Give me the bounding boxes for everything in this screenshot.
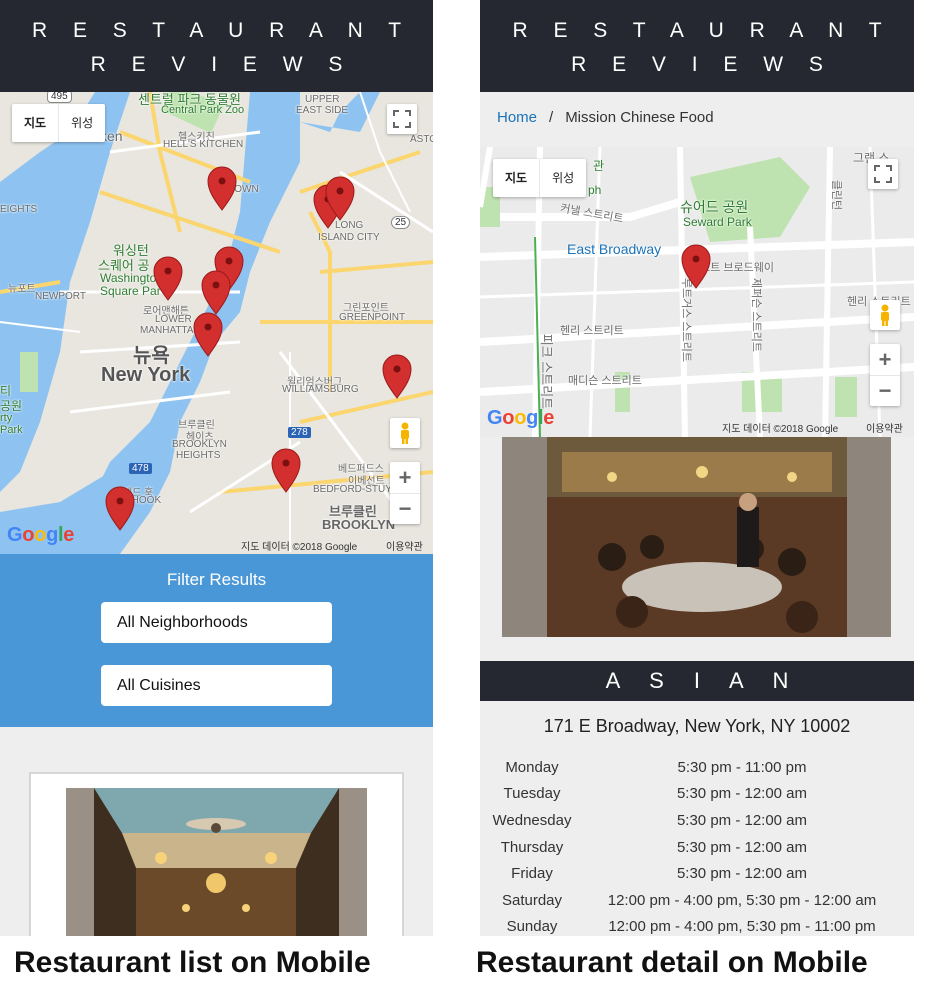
hours-time: 5:30 pm - 11:00 pm [677,758,807,776]
table-row: Wednesday 5:30 pm - 12:00 am [484,807,904,834]
map-type-satellite-button[interactable]: 위성 [539,159,586,197]
site-header: R E S T A U R A N T R E V I E W S [480,0,914,92]
google-logo-letter: G [487,407,503,429]
list-screen: R E S T A U R A N T R E V I E W S 센트럴 파크… [0,0,433,936]
table-row: Thursday 5:30 pm - 12:00 am [484,834,904,861]
restaurant-marker[interactable] [153,256,183,301]
restaurant-photo[interactable] [66,788,367,936]
map-type-map-button[interactable]: 지도 [493,159,539,197]
hours-time: 12:00 pm - 4:00 pm, 5:30 pm - 12:00 am [607,891,877,909]
google-logo-letter: e [543,407,555,429]
opening-hours-table: Monday 5:30 pm - 11:00 pm Tuesday 5:30 pm … [484,754,904,936]
street-view-button[interactable] [870,300,900,330]
zoom-out-button[interactable]: − [390,493,420,524]
map-type-map-button[interactable]: 지도 [12,104,58,142]
hours-day: Thursday [500,838,564,856]
breadcrumb-separator: / [549,109,554,126]
neighborhoods-select[interactable]: All Neighborhoods [101,602,332,643]
zoom-in-button[interactable]: + [390,462,420,493]
breadcrumb-current: Mission Chinese Food [565,109,714,126]
hours-time: 12:00 pm - 4:00 pm, 5:30 pm - 11:00 pm [608,918,876,936]
google-logo-letter: o [34,524,47,546]
google-logo-letter: g [526,407,539,429]
google-logo-letter: g [46,524,59,546]
restaurant-marker[interactable] [105,486,135,531]
google-logo[interactable]: Google [487,407,554,430]
pegman-icon [401,422,409,444]
map-credit: 지도 데이터 ©2018 Google [722,424,839,435]
restaurant-detail-map[interactable]: 관 ph 그랜 스 슈어드 공원 Seward Park East Broadw… [480,147,914,437]
hours-day: Tuesday [503,785,561,803]
hours-day: Monday [505,758,559,776]
map-type-satellite-button[interactable]: 위성 [58,104,105,142]
hours-time: 5:30 pm - 12:00 am [676,865,808,883]
zoom-control: + − [390,462,420,524]
google-logo-letter: G [7,524,23,546]
restaurant-marker[interactable] [681,244,711,289]
hours-day: Friday [511,865,553,883]
restaurant-address: 171 E Broadway, New York, NY 10002 [543,716,851,736]
street-view-button[interactable] [390,418,420,448]
map-credit: 지도 데이터 ©2018 Google [241,542,358,553]
restaurant-marker[interactable] [271,448,301,493]
google-logo-letter: o [502,407,515,429]
hours-day: Saturday [501,891,563,909]
caption-detail: Restaurant detail on Mobile [476,946,868,979]
restaurant-photo [502,437,891,637]
restaurant-marker[interactable] [207,166,237,211]
table-row: Friday 5:30 pm - 12:00 am [484,860,904,887]
map-type-control: 지도 위성 [493,159,587,197]
table-row: Sunday 12:00 pm - 4:00 pm, 5:30 pm - 11:0… [484,914,904,936]
fullscreen-button[interactable] [868,159,898,189]
table-row: Tuesday 5:30 pm - 12:00 am [484,781,904,808]
pegman-icon [881,304,889,326]
header-title-line1[interactable]: R E S T A U R A N T [0,14,433,48]
filter-title: Filter Results [166,570,267,589]
page: R E S T A U R A N T R E V I E W S 센트럴 파크… [0,0,926,992]
marker-layer [105,166,412,531]
breadcrumb-home-link[interactable]: Home [497,109,537,126]
fullscreen-button[interactable] [387,104,417,134]
map-type-control: 지도 위성 [12,104,106,142]
fullscreen-icon [393,110,411,128]
hours-day: Wednesday [492,811,572,829]
restaurant-photo-image [502,437,891,637]
restaurant-marker[interactable] [382,354,412,399]
hours-time: 5:30 pm - 12:00 am [676,838,808,856]
restaurant-photo-image [66,788,367,936]
hours-time: 5:30 pm - 12:00 am [676,811,808,829]
zoom-control: + − [870,344,900,406]
header-title-line1[interactable]: R E S T A U R A N T [480,14,914,48]
zoom-out-button[interactable]: − [870,375,900,406]
restaurant-marker[interactable] [193,312,223,357]
cuisine-banner: A S I A N [480,661,914,701]
restaurant-marker[interactable] [201,270,231,315]
restaurant-card[interactable] [29,772,404,936]
map-terms-link[interactable]: 이용약관 [866,420,903,435]
fullscreen-icon [874,165,892,183]
hours-day: Sunday [506,918,558,936]
google-logo-letter: o [22,524,35,546]
restaurant-map[interactable]: 센트럴 파크 동물원 Central Park Zoo UPPER EAST S… [0,92,433,554]
google-logo-letter: e [63,524,75,546]
header-title-line2[interactable]: R E V I E W S [480,48,914,82]
zoom-in-button[interactable]: + [870,344,900,375]
hours-time: 5:30 pm - 12:00 am [676,785,808,803]
map-terms-link[interactable]: 이용약관 [386,538,423,553]
table-row: Saturday 12:00 pm - 4:00 pm, 5:30 pm - 12… [484,887,904,914]
filter-panel: Filter Results All Neighborhoods All Cui… [0,554,433,727]
google-logo-letter: o [514,407,527,429]
cuisines-select[interactable]: All Cuisines [101,665,332,706]
detail-screen: R E S T A U R A N T R E V I E W S Home / M… [480,0,914,936]
google-logo[interactable]: Google [7,524,74,547]
header-title-line2[interactable]: R E V I E W S [0,48,433,82]
table-row: Monday 5:30 pm - 11:00 pm [484,754,904,781]
caption-list: Restaurant list on Mobile [14,946,371,979]
site-header: R E S T A U R A N T R E V I E W S [0,0,433,92]
breadcrumb: Home / Mission Chinese Food [480,92,914,147]
